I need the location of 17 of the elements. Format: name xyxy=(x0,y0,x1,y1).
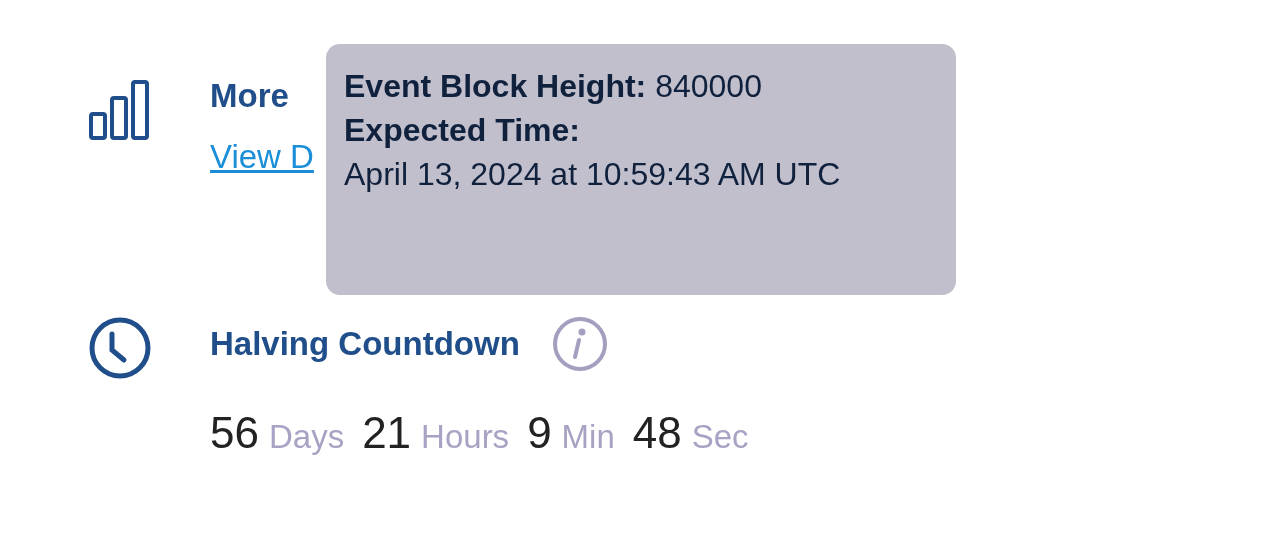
countdown-unit: Min xyxy=(561,417,615,458)
countdown-unit: Days xyxy=(268,417,345,458)
tooltip-text: April 13, 2024 at 10:59:43 AM UTC xyxy=(344,155,842,195)
countdown-unit: Sec xyxy=(691,417,749,458)
countdown-unit: Hours xyxy=(421,417,510,458)
section-title: More xyxy=(210,76,290,116)
countdown-number: 48 xyxy=(632,407,682,460)
tooltip-text: Event Block Height: 840000 xyxy=(344,67,763,106)
section-title: Halving Countdown xyxy=(210,324,520,364)
countdown-number: 9 xyxy=(527,407,552,460)
countdown-number: 56 xyxy=(210,407,259,460)
clock-icon xyxy=(88,316,152,381)
tooltip-heading: Expected Time: xyxy=(344,111,581,151)
countdown-number: 21 xyxy=(362,407,412,460)
bar-chart-icon xyxy=(88,78,152,142)
view-link[interactable]: View D xyxy=(210,131,314,182)
info-icon[interactable] xyxy=(551,316,608,373)
